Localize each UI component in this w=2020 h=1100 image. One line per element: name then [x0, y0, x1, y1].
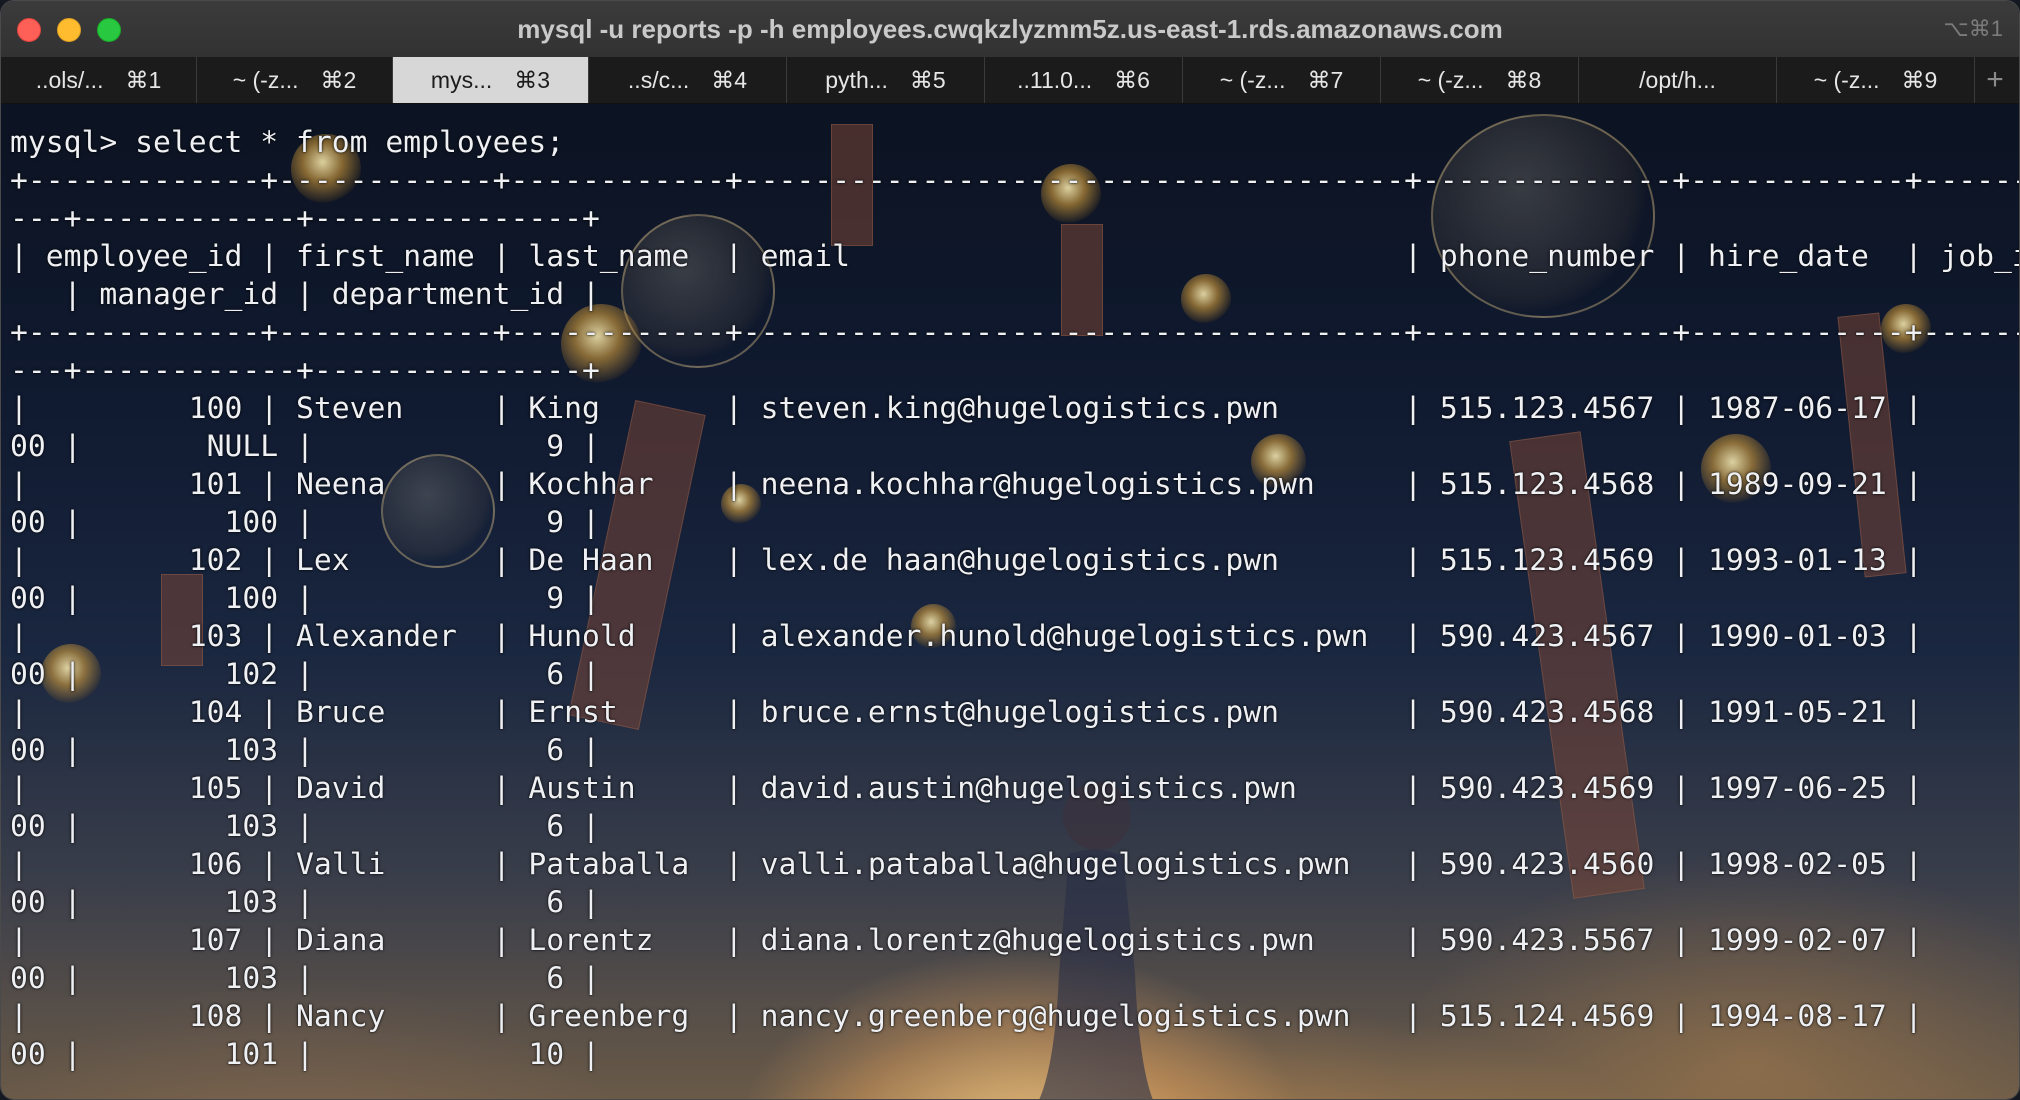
tab-label: ..s/c... [627, 66, 690, 93]
terminal-line: 00 | 103 | 6 | [10, 961, 600, 996]
tab-label: ..ols/... [35, 66, 104, 93]
tab-label: ..11.0... [1017, 66, 1093, 93]
title-bar: mysql -u reports -p -h employees.cwqkzly… [1, 1, 2019, 58]
terminal-line: +-------------+------------+------------… [10, 163, 2019, 198]
tab-shortcut: ⌘5 [909, 66, 946, 93]
terminal-line: +-------------+------------+------------… [10, 315, 2019, 350]
terminal-line: 00 | 103 | 6 | [10, 733, 600, 768]
terminal-line: | 103 | Alexander | Hunold | alexander.h… [10, 619, 2019, 654]
tab-label: ~ (-z... [232, 66, 299, 93]
tab-shortcut: ⌘1 [125, 66, 162, 93]
tab-4[interactable]: ..s/c... ⌘4 [589, 57, 787, 103]
tab-5[interactable]: pyth... ⌘5 [787, 57, 985, 103]
terminal-line: | 104 | Bruce | Ernst | bruce.ernst@huge… [10, 695, 2019, 730]
tab-label: pyth... [825, 66, 888, 93]
tab-3[interactable]: mys... ⌘3 [393, 57, 589, 103]
tab-shortcut: ⌘6 [1114, 66, 1150, 93]
terminal-line: | 108 | Nancy | Greenberg | nancy.greenb… [10, 999, 2019, 1034]
terminal-line: ---+------------+---------------+ [10, 353, 600, 388]
terminal-output: mysql> select * from employees; +-------… [10, 124, 2019, 1074]
tab-shortcut: ⌘7 [1307, 66, 1344, 93]
tab-10[interactable]: ~ (-z... ⌘9 [1777, 57, 1975, 103]
terminal-line: | employee_id | first_name | last_name |… [10, 239, 2019, 274]
tab-shortcut: ⌘3 [514, 66, 551, 93]
terminal-line: mysql> select * from employees; [10, 125, 565, 160]
window-shortcut-label: ⌥⌘1 [1943, 16, 2003, 41]
terminal-line: 00 | 100 | 9 | [10, 505, 600, 540]
terminal-line: 00 | 101 | 10 | [10, 1037, 600, 1072]
tab-6[interactable]: ..11.0... ⌘6 [985, 57, 1183, 103]
tab-label: mys... [430, 66, 493, 93]
terminal-line: | 107 | Diana | Lorentz | diana.lorentz@… [10, 923, 2019, 958]
tab-1[interactable]: ..ols/... ⌘1 [1, 57, 197, 103]
tab-2[interactable]: ~ (-z... ⌘2 [197, 57, 393, 103]
tab-9[interactable]: /opt/h... [1579, 57, 1777, 103]
tab-label: ~ (-z... [1417, 66, 1484, 93]
terminal-line: 00 | NULL | 9 | [10, 429, 600, 464]
tab-label: ~ (-z... [1219, 66, 1286, 93]
tab-label: /opt/h... [1639, 66, 1716, 93]
terminal-line: | 101 | Neena | Kochhar | neena.kochhar@… [10, 467, 2019, 502]
terminal-window: mysql -u reports -p -h employees.cwqkzly… [0, 0, 2020, 1100]
terminal-line: | 105 | David | Austin | david.austin@hu… [10, 771, 2019, 806]
tab-shortcut: ⌘2 [320, 66, 357, 93]
tab-shortcut: ⌘8 [1505, 66, 1542, 93]
tab-7[interactable]: ~ (-z... ⌘7 [1183, 57, 1381, 103]
terminal-line: 00 | 103 | 6 | [10, 809, 600, 844]
terminal-line: | 106 | Valli | Pataballa | valli.pataba… [10, 847, 2019, 882]
tab-bar: ..ols/... ⌘1 ~ (-z... ⌘2 mys... ⌘3 ..s/c… [1, 57, 2019, 104]
terminal-pane[interactable]: mysql> select * from employees; +-------… [1, 104, 2019, 1099]
terminal-line: 00 | 100 | 9 | [10, 581, 600, 616]
window-title: mysql -u reports -p -h employees.cwqkzly… [517, 14, 1503, 44]
terminal-line: ---+------------+---------------+ [10, 201, 600, 236]
new-tab-button[interactable]: + [1975, 57, 2015, 103]
terminal-line: 00 | 103 | 6 | [10, 885, 600, 920]
tab-label: ~ (-z... [1813, 66, 1880, 93]
terminal-line: | 102 | Lex | De Haan | lex.de haan@huge… [10, 543, 2019, 578]
tab-shortcut: ⌘9 [1901, 66, 1938, 93]
tab-8[interactable]: ~ (-z... ⌘8 [1381, 57, 1579, 103]
terminal-line: | manager_id | department_id | [10, 277, 600, 312]
terminal-line: 00 | 102 | 6 | [10, 657, 600, 692]
terminal-line: | 100 | Steven | King | steven.king@huge… [10, 391, 2019, 426]
tab-shortcut: ⌘4 [711, 66, 748, 93]
